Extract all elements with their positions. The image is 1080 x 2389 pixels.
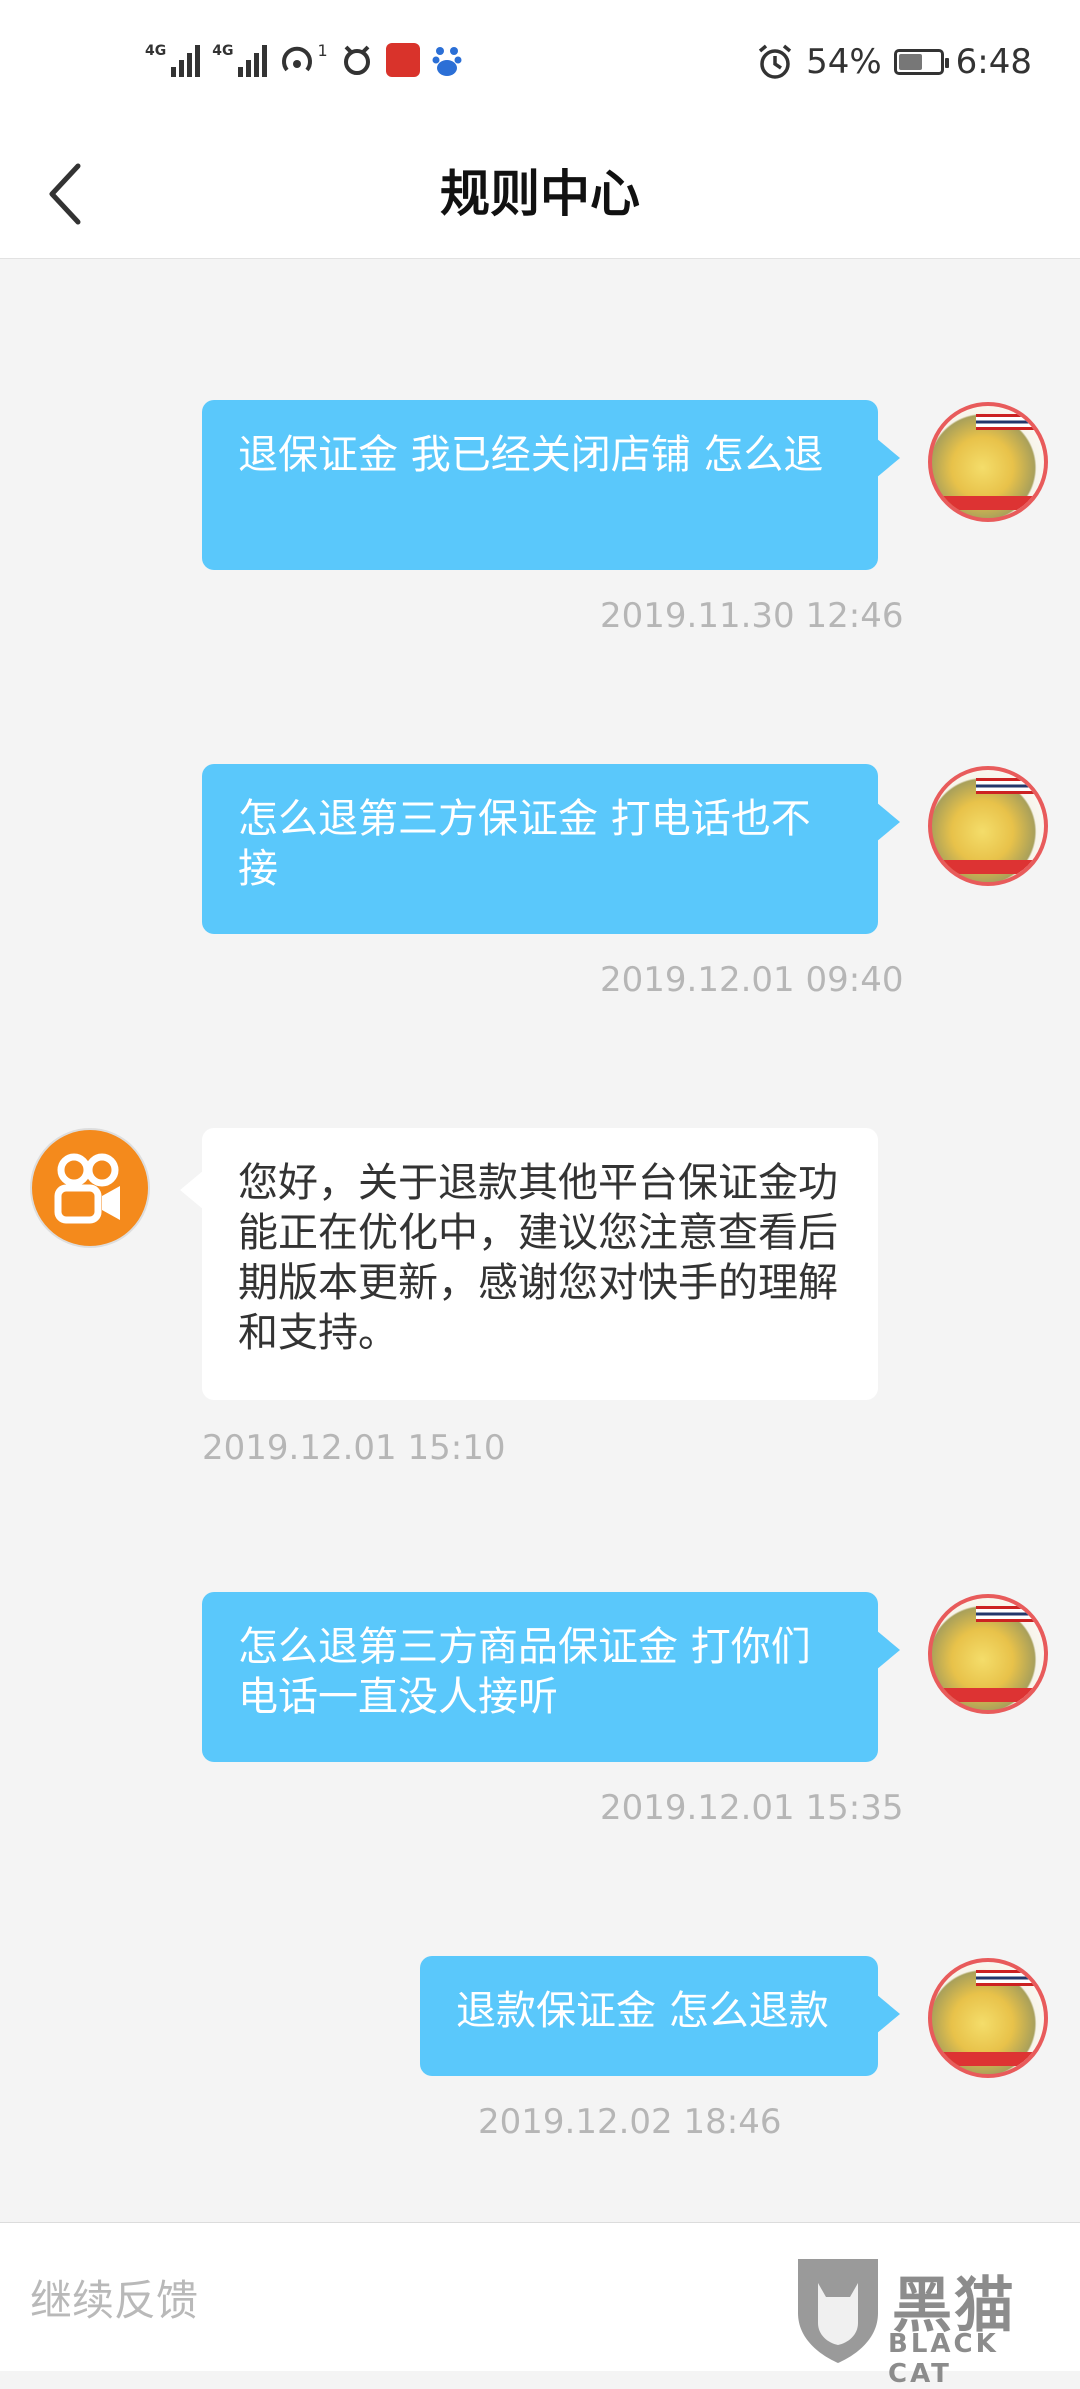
message-timestamp: 2019.12.01 09:40 — [600, 960, 904, 1000]
app-notification-icon — [343, 45, 370, 75]
clock-time: 6:48 — [955, 42, 1032, 82]
kuaishou-logo-icon — [54, 1153, 120, 1224]
battery-percent: 54% — [806, 42, 882, 82]
user-avatar[interactable] — [928, 1958, 1048, 2078]
feedback-input[interactable]: 继续反馈 — [30, 2267, 198, 2328]
kuaishou-avatar[interactable] — [30, 1128, 150, 1248]
message-text: 怎么退第三方保证金 打电话也不接 — [238, 796, 811, 892]
message-timestamp: 2019.12.01 15:35 — [600, 1788, 904, 1828]
battery-icon — [893, 49, 949, 75]
user-avatar[interactable] — [928, 766, 1048, 886]
status-bar: 4G 4G 1 54% 6:48 — [0, 0, 1080, 130]
message-timestamp: 2019.12.01 15:10 — [202, 1428, 506, 1468]
baidu-icon — [432, 47, 462, 76]
message-text: 怎么退第三方商品保证金 打你们电话一直没人接听 — [238, 1624, 811, 1720]
message-bubble[interactable]: 怎么退第三方保证金 打电话也不接 — [202, 764, 900, 934]
hotspot-icon — [282, 46, 313, 72]
watermark: 黑猫 BLACK CAT — [792, 2253, 1062, 2389]
app-notification-icon — [385, 43, 420, 77]
message-bubble[interactable]: 您好，关于退款其他平台保证金功能正在优化中，建议您注意查看后期版本更新，感谢您对… — [180, 1128, 878, 1400]
network-type-label: 4G — [145, 43, 167, 59]
network-type-label: 4G — [212, 43, 234, 59]
app-header: 规则中心 — [0, 130, 1080, 259]
cellular-signal-icon: 4G — [212, 43, 268, 77]
message-text: 退款保证金 怎么退款 — [456, 1988, 829, 2034]
status-icons-left: 4G 4G 1 — [145, 40, 462, 78]
message-bubble[interactable]: 退款保证金 怎么退款 — [420, 1956, 900, 2076]
feedback-input-bar: 继续反馈 黑猫 BLACK CAT — [0, 2222, 1080, 2389]
watermark-subtext: BLACK CAT — [888, 2329, 999, 2389]
message-text: 退保证金 我已经关闭店铺 怎么退 — [238, 432, 824, 478]
user-avatar[interactable] — [928, 1594, 1048, 1714]
status-icons-right: 54% 6:48 — [756, 42, 1032, 82]
message-bubble[interactable]: 怎么退第三方商品保证金 打你们电话一直没人接听 — [202, 1592, 900, 1762]
alarm-icon — [758, 44, 792, 79]
message-bubble[interactable]: 退保证金 我已经关闭店铺 怎么退 — [202, 400, 900, 570]
hotspot-badge: 1 — [317, 40, 328, 60]
message-timestamp: 2019.12.02 18:46 — [478, 2102, 782, 2142]
page-title: 规则中心 — [440, 165, 640, 223]
black-cat-shield-icon — [798, 2259, 878, 2363]
message-text: 您好，关于退款其他平台保证金功能正在优化中，建议您注意查看后期版本更新，感谢您对… — [238, 1160, 838, 1356]
cellular-signal-icon: 4G — [145, 43, 201, 77]
message-timestamp: 2019.11.30 12:46 — [600, 596, 904, 636]
user-avatar[interactable] — [928, 402, 1048, 522]
